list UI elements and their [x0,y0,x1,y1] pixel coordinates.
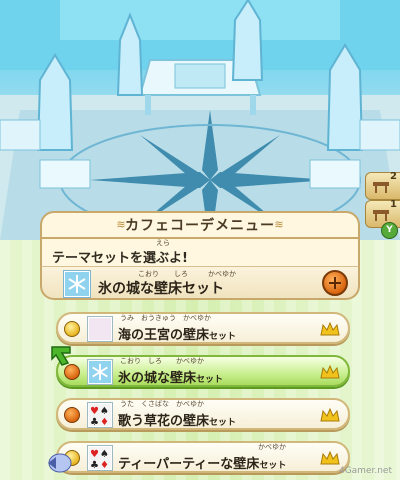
cross-icon [329,277,341,289]
item-label: 氷の城な壁床セット [118,371,224,386]
svg-text:♣: ♣ [90,417,99,426]
list-item-utau-kusabana[interactable]: ♥ ♠ ♣ ♦ うた くさばな かべゆか 歌う草花の壁床セット [56,398,350,430]
ornament-icon: ≋ [116,218,126,231]
ice-room-scene [0,0,400,240]
table-count: 1 [390,199,397,210]
item-label: ティーパーティーな壁床セット [118,457,287,472]
svg-text:♠: ♠ [100,449,109,460]
current-selection-name: 氷の城な壁床セット [98,281,224,297]
selection-arrow-icon [51,346,71,366]
crown-icon [320,407,340,422]
orange-coin-icon [64,407,80,423]
menu-title: カフェコーデメニュー [125,218,275,234]
card-suits-thumbnail-icon: ♥ ♠ ♣ ♦ [88,403,112,428]
back-button-icon[interactable] [46,452,72,474]
svg-text:♥: ♥ [90,449,99,460]
table-count-tab-1[interactable]: 2 [365,171,400,200]
list-item-koori-no-shiro[interactable]: こおり しろ かべゆか 氷の城な壁床セット [56,355,350,387]
menu-title-bar: ≋ カフェコーデメニュー ≋ [40,211,360,239]
svg-text:♥: ♥ [90,406,99,417]
current-selection: こおり しろ かべゆか 氷の城な壁床セット [40,266,360,300]
crown-icon [320,450,340,465]
list-item-tea-party[interactable]: ♥ ♠ ♣ ♦ かべゆか ティーパーティーな壁床セット [56,441,350,473]
card-suits-thumbnail-icon: ♥ ♠ ♣ ♦ [88,446,112,471]
ice-snowflake-icon [88,360,112,384]
item-label: 海の王宮の壁床セット [118,328,237,343]
table-count: 2 [390,171,397,182]
y-button[interactable]: Y [381,222,398,239]
table-icon [373,210,389,221]
svg-text:♠: ♠ [100,406,109,417]
ice-snowflake-icon [64,271,90,297]
prompt-text: えら テーマセットを選ぶよ! [52,239,188,266]
gold-coin-icon [64,321,80,337]
svg-text:♦: ♦ [100,417,109,426]
list-item-umi-no-oukyuu[interactable]: うみ おうきゅう かべゆか 海の王宮の壁床セット [56,312,350,344]
prompt-bar: えら テーマセットを選ぶよ! [40,239,360,267]
svg-text:♦: ♦ [100,460,109,469]
crown-icon [320,321,340,336]
shell-thumbnail-icon [88,317,112,341]
crown-icon [320,364,340,379]
item-label: 歌う草花の壁床セット [118,414,237,429]
svg-text:♣: ♣ [90,460,99,469]
table-icon [373,182,389,193]
watermark: 4Gamer.net [338,466,392,476]
prompt-ruby: えら [156,239,170,247]
confirm-button[interactable] [322,270,348,296]
room-view: 2 1 Y [0,0,400,240]
ornament-icon: ≋ [274,218,284,231]
